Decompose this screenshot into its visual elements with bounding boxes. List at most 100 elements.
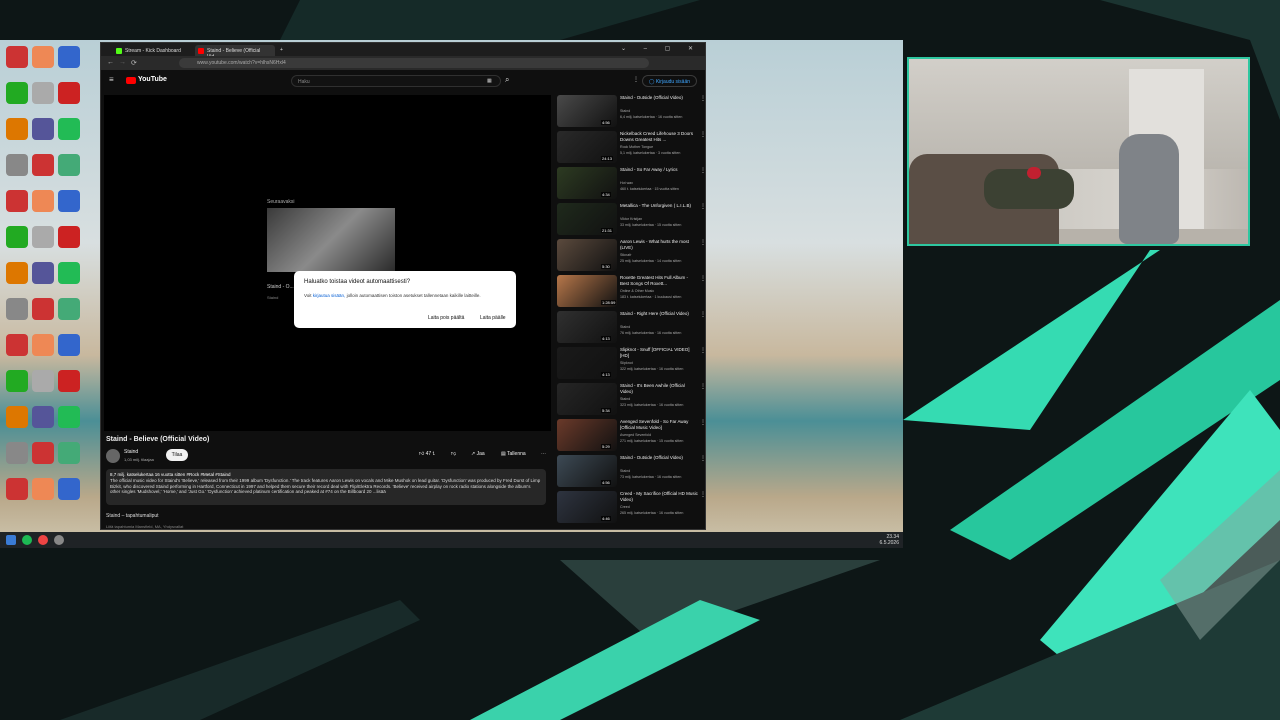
desktop-shortcut-icon[interactable] xyxy=(6,82,28,104)
desktop-shortcut-icon[interactable] xyxy=(32,442,54,464)
subscribe-button[interactable]: Tilaa xyxy=(166,449,188,461)
recommendation-channel[interactable]: Viktor Kristjan xyxy=(620,217,642,221)
desktop-shortcut-icon[interactable] xyxy=(58,370,80,392)
recommendation-channel[interactable]: Staind xyxy=(620,397,630,401)
autoplay-off-button[interactable]: Laita pois päältä xyxy=(424,313,468,323)
desktop-shortcut-icon[interactable] xyxy=(32,370,54,392)
desktop-shortcut-icon[interactable] xyxy=(58,478,80,500)
recommendation-title[interactable]: Avenged Sevenfold - So Far Away [Officia… xyxy=(620,419,698,431)
save-button[interactable]: ▤ Tallenna xyxy=(501,451,526,457)
more-options-icon[interactable]: ⋮ xyxy=(700,95,706,102)
desktop-shortcut-icon[interactable] xyxy=(6,118,28,140)
desktop-shortcut-icon[interactable] xyxy=(58,262,80,284)
recommendation-title[interactable]: Staind - Outside (Official Video) xyxy=(620,95,698,101)
recommendation-title[interactable]: Staind - So Far Away / Lyrics xyxy=(620,167,698,173)
desktop-shortcut-icon[interactable] xyxy=(6,334,28,356)
desktop-shortcut-icon[interactable] xyxy=(6,190,28,212)
more-options-icon[interactable]: ⋮ xyxy=(700,347,706,354)
recommendation-item[interactable]: 24:13 Nickelback Creed Lifehouse 3 Doors … xyxy=(557,131,706,165)
more-options-icon[interactable]: ⋮ xyxy=(700,419,706,426)
recommendation-title[interactable]: Metallica - The Unforgiven ( L.I.L.B) xyxy=(620,203,698,209)
keyboard-icon[interactable]: ▦ xyxy=(487,78,492,84)
sign-in-button[interactable]: ◯ Kirjaudu sisään xyxy=(641,75,697,87)
autoplay-on-button[interactable]: Laita päälle xyxy=(476,313,510,323)
desktop-shortcut-icon[interactable] xyxy=(32,154,54,176)
recommendation-item[interactable]: 4:34 Staind - So Far Away / Lyrics Hot wax… xyxy=(557,167,706,201)
more-options-icon[interactable]: ⋮ xyxy=(700,275,706,282)
channel-name[interactable]: Staind xyxy=(124,449,138,455)
recommendation-title[interactable]: Slipknot - Snuff [OFFICIAL VIDEO] [HD] xyxy=(620,347,698,359)
desktop-shortcut-icon[interactable] xyxy=(6,298,28,320)
window-controls[interactable]: ⌄ – ▢ ✕ xyxy=(621,45,701,52)
desktop-shortcut-icon[interactable] xyxy=(32,46,54,68)
desktop-shortcut-icon[interactable] xyxy=(58,118,80,140)
desktop-shortcut-icon[interactable] xyxy=(6,262,28,284)
recommendation-channel[interactable]: Creed xyxy=(620,505,630,509)
more-options-icon[interactable]: ⋮ xyxy=(700,167,706,174)
recommendation-channel[interactable]: Staind xyxy=(620,325,630,329)
youtube-logo-icon[interactable] xyxy=(126,77,136,84)
desktop-shortcut-icon[interactable] xyxy=(32,406,54,428)
up-next-thumbnail[interactable] xyxy=(267,208,395,272)
more-options-icon[interactable]: ⋮ xyxy=(633,76,639,83)
search-input[interactable]: Haku xyxy=(291,75,501,87)
up-next-title[interactable]: Staind - O... xyxy=(267,284,294,290)
recommendation-title[interactable]: Nickelback Creed Lifehouse 3 Doors Downs… xyxy=(620,131,698,143)
more-options-icon[interactable]: ⋮ xyxy=(700,383,706,390)
desktop-shortcut-icon[interactable] xyxy=(6,154,28,176)
desktop-shortcut-icon[interactable] xyxy=(58,82,80,104)
recommendation-title[interactable]: Staind - Outside (Official Video) xyxy=(620,455,698,461)
desktop-shortcut-icon[interactable] xyxy=(58,46,80,68)
like-button[interactable]: 👍︎ 47 t. xyxy=(419,451,435,457)
recommendation-channel[interactable]: Staind xyxy=(620,469,630,473)
desktop-shortcut-icon[interactable] xyxy=(58,154,80,176)
recommendation-item[interactable]: 4:46 Creed - My Sacrifice (Official HD Mu… xyxy=(557,491,706,525)
recommendation-channel[interactable]: Rock Mother Tongue xyxy=(620,145,653,149)
recommendation-title[interactable]: Staind - It's Been Awhile (Official Vide… xyxy=(620,383,698,395)
spotify-icon[interactable] xyxy=(22,535,32,545)
back-icon[interactable]: ← xyxy=(107,59,114,66)
desktop-shortcut-icon[interactable] xyxy=(32,226,54,248)
sign-in-link[interactable]: kirjautua sisään, xyxy=(313,293,346,298)
url-input[interactable]: www.youtube.com/watch?v=hlhsN6Hxl4 xyxy=(179,58,649,68)
forward-icon[interactable]: → xyxy=(119,59,126,66)
recommendation-channel[interactable]: Online & Other Music xyxy=(620,289,654,293)
desktop-shortcut-icon[interactable] xyxy=(6,406,28,428)
desktop-shortcut-icon[interactable] xyxy=(32,334,54,356)
menu-icon[interactable]: ≡ xyxy=(109,75,114,84)
recommendation-item[interactable]: 4:56 Staind - Outside (Official Video) Sta… xyxy=(557,455,706,489)
share-button[interactable]: ↗ Jaa xyxy=(471,451,485,457)
desktop-shortcut-icon[interactable] xyxy=(6,442,28,464)
more-options-icon[interactable]: ⋮ xyxy=(700,131,706,138)
start-icon[interactable] xyxy=(6,535,16,545)
more-actions-icon[interactable]: ⋯ xyxy=(541,451,546,457)
recommendation-title[interactable]: Staind - Right Here (Official Video) xyxy=(620,311,698,317)
recommendation-item[interactable]: 5:29 Avenged Sevenfold - So Far Away [Off… xyxy=(557,419,706,453)
desktop-shortcut-icon[interactable] xyxy=(6,46,28,68)
chrome-icon[interactable] xyxy=(38,535,48,545)
description-box[interactable]: 8,7 milj. katselukertaa 16 vuotta sitten… xyxy=(106,469,546,505)
recommendation-channel[interactable]: Staind xyxy=(620,109,630,113)
system-clock[interactable]: 23.34 6.5.2026 xyxy=(880,534,899,546)
desktop-shortcut-icon[interactable] xyxy=(58,442,80,464)
recommendation-item[interactable]: 4:13 Slipknot - Snuff [OFFICIAL VIDEO] [H… xyxy=(557,347,706,381)
desktop-shortcut-icon[interactable] xyxy=(32,118,54,140)
recommendation-title[interactable]: Roxette Greatest Hits Full Album - Best … xyxy=(620,275,698,287)
desktop-shortcut-icon[interactable] xyxy=(32,190,54,212)
search-icon[interactable]: ⌕ xyxy=(505,75,509,85)
recommendation-channel[interactable]: Hot wax xyxy=(620,181,633,185)
video-player[interactable]: Seuraavaksi Staind - O... Staind Haluatk… xyxy=(104,95,551,431)
desktop-shortcut-icon[interactable] xyxy=(32,82,54,104)
desktop-shortcut-icon[interactable] xyxy=(6,478,28,500)
recommendation-item[interactable]: 4:13 Staind - Right Here (Official Video)… xyxy=(557,311,706,345)
recommendation-channel[interactable]: Stknafr xyxy=(620,253,631,257)
desktop-shortcut-icon[interactable] xyxy=(58,190,80,212)
more-options-icon[interactable]: ⋮ xyxy=(700,491,706,498)
recommendation-item[interactable]: 4:56 Staind - Outside (Official Video) Sta… xyxy=(557,95,706,129)
recommendation-item[interactable]: 21:31 Metallica - The Unforgiven ( L.I.L.… xyxy=(557,203,706,237)
desktop-shortcut-icon[interactable] xyxy=(58,334,80,356)
reload-icon[interactable]: ⟳ xyxy=(131,59,137,67)
events-row[interactable]: Liitä tapahtumia Mansfield, MA, Yhdysval… xyxy=(106,524,183,529)
tab-youtube-video[interactable]: Staind - Believe (Official Vid... xyxy=(195,45,275,60)
desktop-shortcut-icon[interactable] xyxy=(32,262,54,284)
